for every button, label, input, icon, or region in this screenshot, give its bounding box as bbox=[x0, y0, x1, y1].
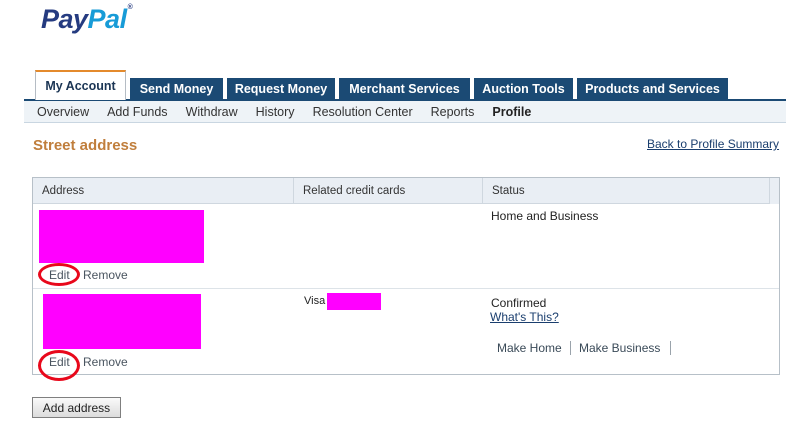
subnav-reports[interactable]: Reports bbox=[431, 105, 475, 119]
table-row: Edit Remove Home and Business bbox=[33, 205, 779, 289]
logo-trademark: ® bbox=[127, 4, 133, 11]
redacted-address bbox=[39, 210, 204, 263]
make-business-link[interactable]: Make Business bbox=[579, 341, 660, 355]
logo-pal-text: Pal bbox=[87, 4, 128, 34]
page-title: Street address bbox=[33, 137, 138, 154]
edit-link[interactable]: Edit bbox=[49, 268, 70, 282]
back-to-profile-summary-link[interactable]: Back to Profile Summary bbox=[647, 137, 779, 151]
subnav-history[interactable]: History bbox=[256, 105, 295, 119]
subnav-profile[interactable]: Profile bbox=[492, 105, 531, 119]
status-text: Confirmed bbox=[491, 296, 547, 310]
remove-link[interactable]: Remove bbox=[83, 268, 128, 282]
paypal-logo: PayPal® bbox=[41, 4, 133, 35]
tab-merchant-services[interactable]: Merchant Services bbox=[339, 78, 470, 100]
tab-send-money[interactable]: Send Money bbox=[130, 78, 223, 100]
remove-link[interactable]: Remove bbox=[83, 355, 128, 369]
status-text: Home and Business bbox=[491, 209, 599, 223]
main-tabs: My Account Send Money Request Money Merc… bbox=[35, 70, 732, 100]
add-address-button[interactable]: Add address bbox=[32, 397, 121, 418]
header-scroll-corner bbox=[769, 178, 779, 204]
subnav-resolution-center[interactable]: Resolution Center bbox=[313, 105, 413, 119]
subnav-withdraw[interactable]: Withdraw bbox=[186, 105, 238, 119]
card-type: Visa bbox=[304, 295, 326, 307]
redacted-address bbox=[43, 294, 201, 349]
tab-auction-tools[interactable]: Auction Tools bbox=[474, 78, 573, 100]
column-header-related-cards: Related credit cards bbox=[294, 178, 483, 204]
column-header-address: Address bbox=[33, 178, 294, 204]
make-home-link[interactable]: Make Home bbox=[497, 341, 562, 355]
tab-request-money[interactable]: Request Money bbox=[227, 78, 335, 100]
tab-my-account[interactable]: My Account bbox=[35, 70, 126, 100]
tab-products-and-services[interactable]: Products and Services bbox=[577, 78, 728, 100]
link-divider bbox=[670, 341, 671, 355]
sub-navigation: Overview Add Funds Withdraw History Reso… bbox=[24, 101, 786, 123]
whats-this-link[interactable]: What's This? bbox=[490, 310, 559, 324]
subnav-add-funds[interactable]: Add Funds bbox=[107, 105, 167, 119]
address-table: Address Related credit cards Status Edit… bbox=[32, 177, 780, 381]
subnav-overview[interactable]: Overview bbox=[37, 105, 89, 119]
logo-pay-text: Pay bbox=[41, 4, 88, 34]
table-header: Address Related credit cards Status bbox=[33, 178, 779, 204]
column-header-status: Status bbox=[492, 185, 525, 197]
table-row: Edit Remove Visa Confirmed What's This? … bbox=[33, 290, 779, 381]
redacted-card-number bbox=[327, 293, 381, 310]
edit-link[interactable]: Edit bbox=[49, 355, 70, 369]
link-divider bbox=[570, 341, 571, 355]
